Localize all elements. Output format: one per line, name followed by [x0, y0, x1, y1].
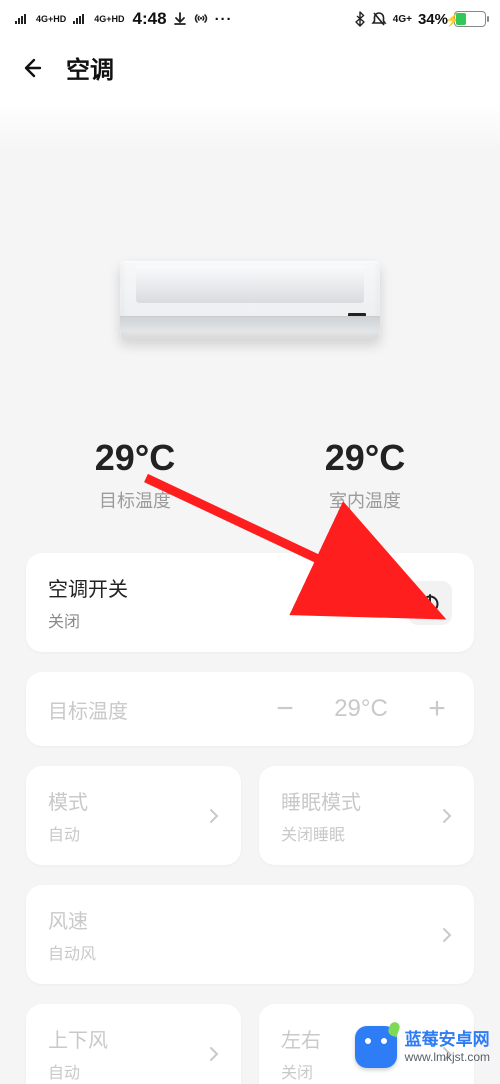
power-icon [419, 592, 441, 614]
download-icon [173, 12, 187, 26]
temp-stepper-value: 29°C [322, 695, 400, 723]
watermark-title: 蓝莓安卓网 [405, 1030, 490, 1050]
target-temp-value: 29°C [95, 437, 175, 479]
temp-minus-button[interactable]: − [270, 692, 300, 726]
target-temp-card: 目标温度 − 29°C + [26, 672, 474, 746]
bluetooth-icon [355, 11, 365, 27]
swing-v-card[interactable]: 上下风 自动 [26, 1004, 241, 1084]
battery-percent: 34% [418, 11, 448, 28]
power-card: 空调开关 关闭 [26, 553, 474, 652]
temp-stepper: − 29°C + [270, 692, 452, 726]
chevron-right-icon [442, 927, 452, 943]
indoor-temp-value: 29°C [325, 437, 405, 479]
battery-icon: ⚡ [454, 11, 486, 27]
sleep-card[interactable]: 睡眠模式 关闭睡眠 [259, 766, 474, 865]
clock: 4:48 [133, 9, 167, 29]
cards-container: 空调开关 关闭 目标温度 − 29°C + 模式 自动 [0, 553, 500, 1084]
power-button[interactable] [408, 581, 452, 625]
net-indicator-1: 4G+HD [36, 14, 66, 24]
temp-plus-button[interactable]: + [422, 692, 452, 726]
back-button[interactable] [18, 54, 46, 82]
hotspot-icon [193, 12, 209, 26]
sleep-title: 睡眠模式 [281, 786, 361, 815]
indoor-temp-col: 29°C 室内温度 [325, 437, 405, 513]
mode-title: 模式 [48, 786, 88, 815]
mode-card[interactable]: 模式 自动 [26, 766, 241, 865]
more-icon: ··· [215, 11, 233, 28]
swing-v-value: 自动 [48, 1059, 108, 1083]
sleep-value: 关闭睡眠 [281, 821, 361, 845]
indoor-temp-label: 室内温度 [325, 487, 405, 513]
signal-1-icon [14, 13, 30, 25]
swing-h-value: 关闭 [281, 1059, 321, 1083]
swing-v-title: 上下风 [48, 1024, 108, 1053]
swing-h-title: 左右 [281, 1024, 321, 1053]
target-temp-card-title: 目标温度 [48, 695, 128, 724]
ac-unit-image [120, 261, 380, 339]
watermark-logo [355, 1026, 397, 1068]
signal-2-icon [72, 13, 88, 25]
power-title: 空调开关 [48, 573, 128, 602]
target-temp-col: 29°C 目标温度 [95, 437, 175, 513]
target-temp-label: 目标温度 [95, 487, 175, 513]
net-indicator-2: 4G+HD [94, 14, 124, 24]
chevron-right-icon [209, 1046, 219, 1062]
dnd-icon [371, 11, 387, 27]
mode-value: 自动 [48, 821, 88, 845]
watermark-url: www.lmkjst.com [405, 1050, 490, 1064]
chevron-right-icon [209, 808, 219, 824]
net-indicator-right: 4G+ [393, 14, 412, 25]
page-title: 空调 [66, 50, 114, 85]
power-state: 关闭 [48, 608, 128, 632]
chevron-right-icon [442, 808, 452, 824]
fan-title: 风速 [48, 905, 96, 934]
fan-value: 自动风 [48, 940, 96, 964]
status-right: 4G+ 34% ⚡ [355, 11, 486, 28]
fan-card[interactable]: 风速 自动风 [26, 885, 474, 984]
temperature-readout: 29°C 目标温度 29°C 室内温度 [0, 369, 500, 553]
watermark: 蓝莓安卓网 www.lmkjst.com [345, 1022, 500, 1072]
back-arrow-icon [20, 56, 44, 80]
ac-illustration-wrap [0, 151, 500, 369]
status-left: 4G+HD 4G+HD 4:48 ··· [14, 9, 233, 29]
header-fade [0, 101, 500, 151]
status-bar: 4G+HD 4G+HD 4:48 ··· 4G+ 34% ⚡ [0, 0, 500, 38]
